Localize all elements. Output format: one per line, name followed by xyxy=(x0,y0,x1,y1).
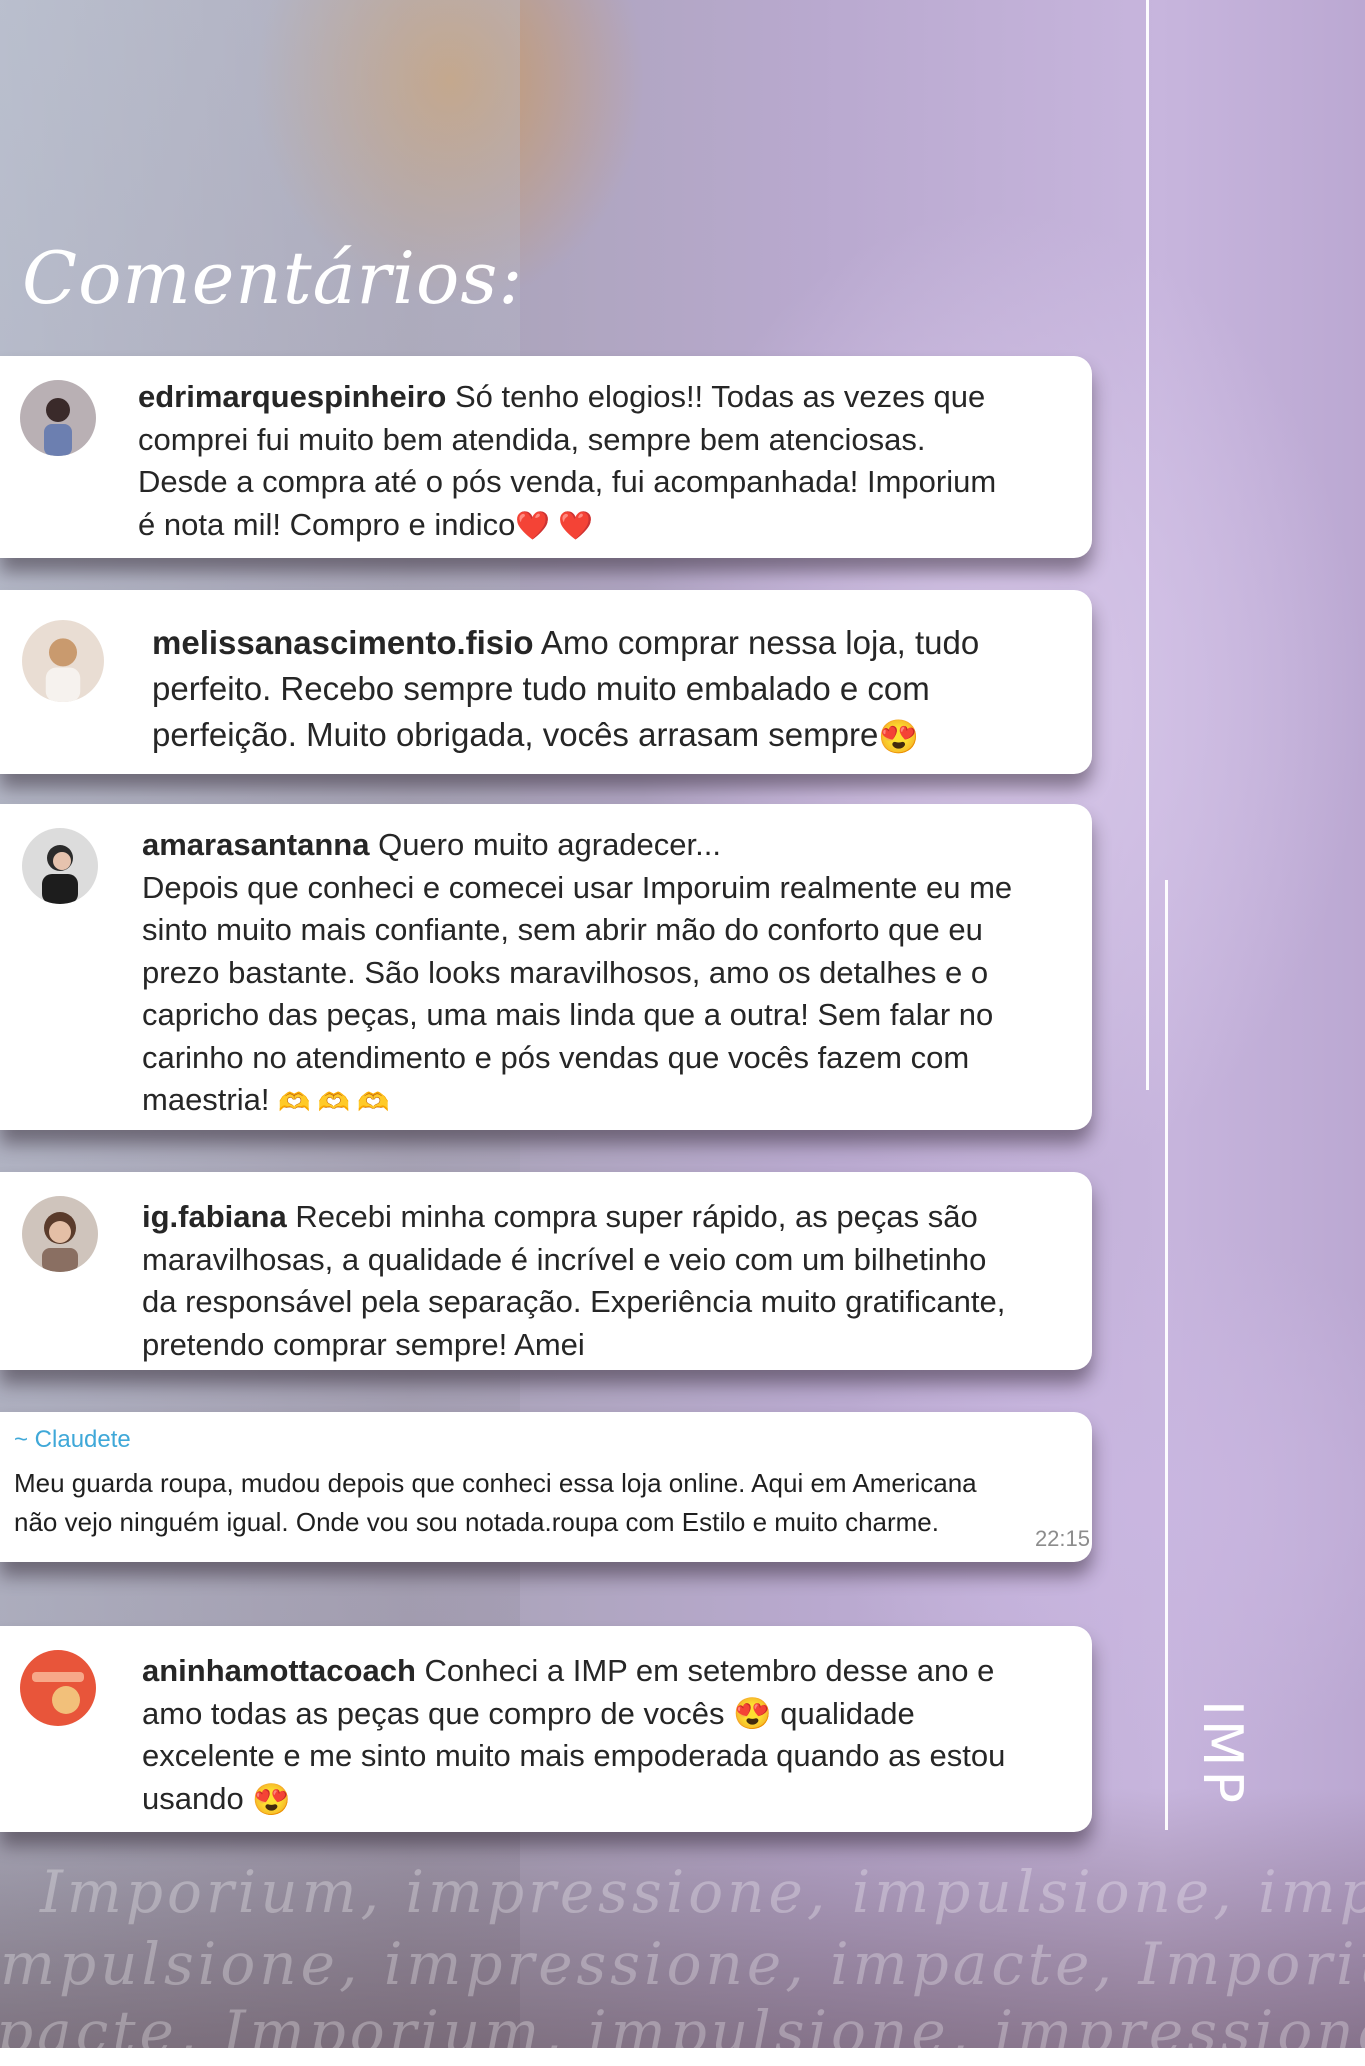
avatar[interactable] xyxy=(22,1196,98,1272)
comment-text: ig.fabiana Recebi minha compra super ráp… xyxy=(142,1196,1005,1366)
comment-username[interactable]: aninhamottacoach xyxy=(142,1653,416,1688)
comment-card: melissanascimento.fisio Amo comprar ness… xyxy=(0,590,1092,774)
comment-username[interactable]: ig.fabiana xyxy=(142,1199,287,1234)
decorative-line-top xyxy=(1146,0,1149,1090)
message-time: 22:15 xyxy=(1034,1526,1090,1551)
heart-eyes-emoji-icon: 😍 xyxy=(878,718,920,756)
avatar-image xyxy=(22,828,98,904)
comment-card: amarasantanna Quero muito agradecer... D… xyxy=(0,804,1092,1130)
slogan-line: pacte, Imporium, impulsione, impressione… xyxy=(0,1998,1365,2066)
avatar[interactable] xyxy=(20,380,96,456)
avatar[interactable] xyxy=(20,1650,96,1726)
comment-card: ig.fabiana Recebi minha compra super ráp… xyxy=(0,1172,1092,1370)
avatar[interactable] xyxy=(22,828,98,904)
heart-eyes-emoji-icon: 😍 xyxy=(252,1782,291,1818)
brand-logo: IMP xyxy=(1191,1700,1254,1808)
comment-text: melissanascimento.fisio Amo comprar ness… xyxy=(152,620,979,760)
comment-text: amarasantanna Quero muito agradecer... D… xyxy=(142,824,1012,1123)
comment-username[interactable]: edrimarquespinheiro xyxy=(138,379,446,414)
avatar-image xyxy=(22,1196,98,1272)
slogan-line: mpulsione, impressione, impacte, Imporiu… xyxy=(0,1930,1365,1998)
avatar-image xyxy=(22,620,104,702)
comment-text: edrimarquespinheiro Só tenho elogios!! T… xyxy=(138,376,996,548)
heart-emoji-icon: ❤️ ❤️ xyxy=(515,510,593,542)
slogan-line: Imporium, impressione, impulsione, impac… xyxy=(40,1858,1365,1926)
avatar-image xyxy=(20,380,96,456)
comment-text: aninhamottacoach Conheci a IMP em setemb… xyxy=(142,1650,1005,1822)
comment-username[interactable]: amarasantanna xyxy=(142,827,369,862)
whatsapp-message: ~ Claudete Meu guarda roupa, mudou depoi… xyxy=(0,1412,1092,1562)
avatar-image xyxy=(20,1650,96,1726)
comment-card: edrimarquespinheiro Só tenho elogios!! T… xyxy=(0,356,1092,558)
comment-username[interactable]: melissanascimento.fisio xyxy=(152,624,533,661)
message-text: Meu guarda roupa, mudou depois que conhe… xyxy=(14,1468,977,1537)
comment-card: aninhamottacoach Conheci a IMP em setemb… xyxy=(0,1626,1092,1832)
comment-body: Quero muito agradecer... Depois que conh… xyxy=(142,827,1013,1117)
sender-name: ~ Claudete xyxy=(14,1426,131,1453)
decorative-line-right xyxy=(1165,880,1168,1830)
heart-hands-emoji-icon: 🫶 🫶 🫶 xyxy=(278,1086,390,1117)
page-title: Comentários: xyxy=(22,236,524,320)
avatar[interactable] xyxy=(22,620,104,702)
